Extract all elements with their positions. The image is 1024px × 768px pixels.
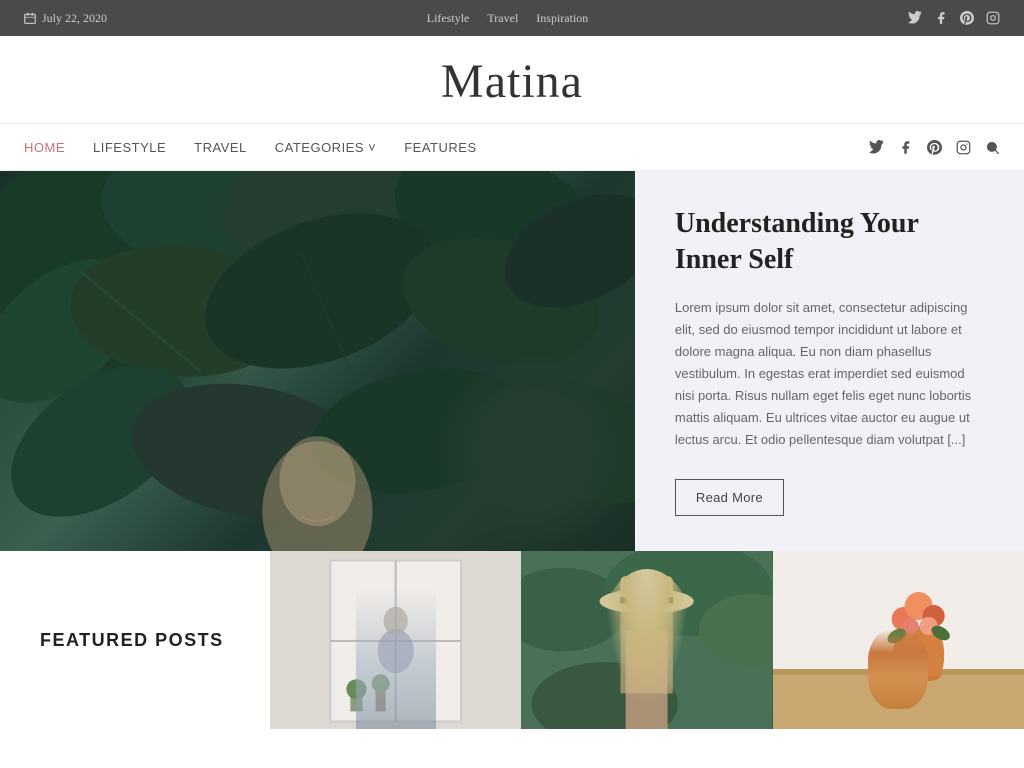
search-icon[interactable] <box>985 140 1000 155</box>
nav-instagram-icon[interactable] <box>956 140 971 155</box>
nav-pinterest-icon[interactable] <box>927 140 942 155</box>
top-nav-travel[interactable]: Travel <box>487 11 518 26</box>
logo-area: Matina <box>0 36 1024 123</box>
featured-image-3[interactable] <box>773 551 1024 729</box>
featured-section: FEATURED POSTS <box>0 551 1024 729</box>
feat-img-2-svg <box>521 551 772 729</box>
top-bar-social <box>908 11 1000 25</box>
featured-label: FEATURED POSTS <box>0 551 270 729</box>
main-nav: HOME LIFESTYLE TRAVEL CATEGORIES ˅ FEATU… <box>0 123 1024 171</box>
site-logo[interactable]: Matina <box>441 54 583 109</box>
calendar-icon <box>24 12 36 24</box>
read-more-button[interactable]: Read More <box>675 479 784 516</box>
top-bar-date-section: July 22, 2020 <box>24 11 107 26</box>
nav-categories-link[interactable]: CATEGORIES ˅ <box>275 140 376 155</box>
nav-home[interactable]: HOME <box>24 140 65 155</box>
facebook-icon[interactable] <box>934 11 948 25</box>
nav-twitter-icon[interactable] <box>869 140 884 155</box>
instagram-icon[interactable] <box>986 11 1000 25</box>
feat-img-1-svg <box>270 551 521 729</box>
hero-image <box>0 171 635 551</box>
nav-lifestyle[interactable]: LIFESTYLE <box>93 140 166 155</box>
nav-links: HOME LIFESTYLE TRAVEL CATEGORIES ˅ FEATU… <box>24 140 477 155</box>
featured-image-1[interactable] <box>270 551 521 729</box>
pinterest-icon[interactable] <box>960 11 974 25</box>
featured-image-2[interactable] <box>521 551 772 729</box>
hero-content: Understanding Your Inner Self Lorem ipsu… <box>635 171 1024 551</box>
feat-img-3-svg <box>773 551 1024 729</box>
top-nav-lifestyle[interactable]: Lifestyle <box>427 11 470 26</box>
hero-excerpt: Lorem ipsum dolor sit amet, consectetur … <box>675 297 984 452</box>
top-bar: July 22, 2020 Lifestyle Travel Inspirati… <box>0 0 1024 36</box>
featured-images <box>270 551 1024 729</box>
nav-travel[interactable]: TRAVEL <box>194 140 247 155</box>
top-bar-nav: Lifestyle Travel Inspiration <box>427 11 589 26</box>
top-nav-inspiration[interactable]: Inspiration <box>536 11 588 26</box>
hero-title: Understanding Your Inner Self <box>675 206 984 279</box>
hero-section: Understanding Your Inner Self Lorem ipsu… <box>0 171 1024 551</box>
nav-facebook-icon[interactable] <box>898 140 913 155</box>
nav-categories[interactable]: CATEGORIES ˅ <box>275 140 376 155</box>
hero-image-visual <box>0 171 635 551</box>
nav-right <box>869 140 1000 155</box>
nav-features[interactable]: FEATURES <box>404 140 476 155</box>
hero-leaves-svg <box>0 171 635 551</box>
date-text: July 22, 2020 <box>42 11 107 26</box>
twitter-icon[interactable] <box>908 11 922 25</box>
